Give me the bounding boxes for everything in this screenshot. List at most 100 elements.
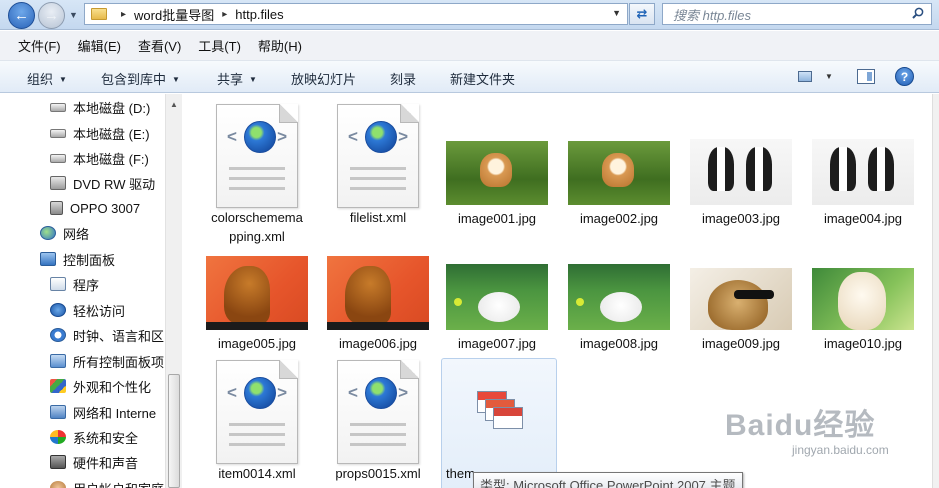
file-name: image004.jpg bbox=[823, 211, 903, 226]
sidebar-item-label: 系统和安全 bbox=[73, 430, 139, 446]
powerpoint-theme-icon bbox=[477, 391, 523, 431]
image-thumbnail bbox=[568, 141, 670, 205]
file-name: image006.jpg bbox=[338, 336, 418, 351]
help-icon[interactable]: ? bbox=[895, 67, 914, 86]
file-type-tooltip: 类型: Microsoft Office PowerPoint 2007 主题 bbox=[473, 472, 743, 488]
sidebar-item-network[interactable]: 网络 bbox=[40, 223, 89, 243]
sidebar-item-drive-f[interactable]: 本地磁盘 (F:) bbox=[50, 148, 149, 168]
watermark-brand: Baidu经验 bbox=[725, 409, 876, 442]
image-thumbnail bbox=[690, 139, 792, 205]
sidebar-item-drive-d[interactable]: 本地磁盘 (D:) bbox=[50, 97, 150, 117]
menu-bar: 文件(F) 编辑(E) 查看(V) 工具(T) 帮助(H) bbox=[0, 31, 939, 61]
back-button[interactable]: ← bbox=[8, 2, 35, 29]
breadcrumb-http-files[interactable]: http.files bbox=[235, 7, 283, 22]
file-item[interactable]: image002.jpg bbox=[564, 141, 674, 228]
file-item[interactable]: < > filelist.xml bbox=[323, 104, 433, 227]
file-item[interactable]: image004.jpg bbox=[808, 139, 918, 228]
file-item[interactable]: < > props0015.xml bbox=[323, 360, 433, 483]
sidebar-item-label: 轻松访问 bbox=[73, 303, 126, 319]
organize-button[interactable]: 组织 ▼ bbox=[27, 69, 67, 88]
file-name: image010.jpg bbox=[823, 336, 903, 351]
slideshow-button[interactable]: 放映幻灯片 bbox=[291, 69, 356, 88]
menu-tools[interactable]: 工具(T) bbox=[198, 36, 241, 55]
drive-icon bbox=[50, 102, 66, 112]
include-library-button[interactable]: 包含到库中 ▼ bbox=[101, 69, 180, 88]
sidebar-item-control-panel[interactable]: 控制面板 bbox=[40, 249, 115, 269]
menu-view[interactable]: 查看(V) bbox=[138, 36, 181, 55]
breadcrumb-separator-icon[interactable]: ▸ bbox=[121, 9, 126, 20]
view-options-icon[interactable] bbox=[798, 71, 812, 82]
phone-icon bbox=[50, 201, 63, 215]
file-item[interactable]: image001.jpg bbox=[442, 141, 552, 228]
image-thumbnail bbox=[446, 264, 548, 330]
file-item[interactable]: image007.jpg bbox=[442, 264, 552, 353]
file-item[interactable]: image005.jpg bbox=[202, 256, 312, 353]
breadcrumb-word-folder[interactable]: word批量导图 bbox=[134, 5, 214, 24]
menu-edit[interactable]: 编辑(E) bbox=[78, 36, 121, 55]
menu-help[interactable]: 帮助(H) bbox=[258, 36, 302, 55]
sidebar-item-network-internet[interactable]: 网络和 Interne bbox=[50, 402, 156, 422]
refresh-button[interactable]: ⇄ bbox=[629, 3, 655, 25]
sidebar-item-label: 程序 bbox=[73, 277, 100, 293]
chevron-down-icon: ▼ bbox=[59, 75, 67, 84]
image-thumbnail bbox=[206, 256, 308, 330]
search-input[interactable]: 搜索 http.files bbox=[662, 3, 932, 25]
file-name: image009.jpg bbox=[701, 336, 781, 351]
scroll-up-icon[interactable]: ▲ bbox=[170, 100, 178, 109]
chevron-down-icon[interactable]: ▼ bbox=[612, 8, 621, 18]
sidebar-item-drive-e[interactable]: 本地磁盘 (E:) bbox=[50, 123, 150, 143]
file-item[interactable]: image006.jpg bbox=[323, 256, 433, 353]
file-list-scrollbar[interactable] bbox=[932, 94, 939, 488]
preview-pane-icon[interactable] bbox=[857, 69, 875, 84]
xml-file-icon: < > bbox=[337, 360, 419, 464]
chevron-down-icon[interactable]: ▼ bbox=[825, 72, 833, 81]
sidebar-item-oppo[interactable]: OPPO 3007 bbox=[50, 198, 140, 218]
file-item[interactable]: < > item0014.xml bbox=[202, 360, 312, 483]
network-icon bbox=[40, 226, 56, 240]
sidebar-item-all-items[interactable]: 所有控制面板项 bbox=[50, 351, 164, 371]
recent-pages-dropdown[interactable]: ▼ bbox=[69, 10, 78, 20]
sidebar-item-label: 本地磁盘 (F:) bbox=[73, 151, 149, 167]
image-thumbnail bbox=[327, 256, 429, 330]
file-name: image003.jpg bbox=[701, 211, 781, 226]
sidebar-item-appearance[interactable]: 外观和个性化 bbox=[50, 376, 151, 396]
file-item[interactable]: image009.jpg bbox=[686, 268, 796, 353]
sidebar-item-label: 所有控制面板项 bbox=[73, 354, 165, 370]
drive-icon bbox=[50, 128, 66, 138]
scrollbar-thumb[interactable] bbox=[168, 374, 180, 488]
watermark-url: jingyan.baidu.com bbox=[792, 443, 889, 457]
include-library-label: 包含到库中 bbox=[101, 72, 167, 87]
sidebar-scrollbar[interactable]: ▲ bbox=[165, 94, 182, 488]
menu-file[interactable]: 文件(F) bbox=[18, 36, 61, 55]
user-accounts-icon bbox=[50, 481, 66, 488]
breadcrumb-separator-icon[interactable]: ▸ bbox=[222, 9, 227, 20]
file-item[interactable]: image010.jpg bbox=[808, 268, 918, 353]
sidebar-item-user-accounts[interactable]: 用户帐户和家庭 bbox=[50, 478, 164, 488]
hardware-icon bbox=[50, 455, 66, 469]
share-label: 共享 bbox=[217, 72, 244, 87]
sidebar-item-label: 外观和个性化 bbox=[73, 379, 152, 395]
image-thumbnail bbox=[812, 139, 914, 205]
sidebar-item-ease-of-access[interactable]: 轻松访问 bbox=[50, 300, 125, 320]
navigation-pane: 本地磁盘 (D:) 本地磁盘 (E:) 本地磁盘 (F:) DVD RW 驱动 … bbox=[0, 94, 165, 488]
file-name: filelist.xml bbox=[349, 210, 407, 225]
forward-button[interactable]: → bbox=[38, 2, 65, 29]
file-item[interactable]: image003.jpg bbox=[686, 139, 796, 228]
new-folder-button[interactable]: 新建文件夹 bbox=[450, 69, 515, 88]
sidebar-item-label: 本地磁盘 (D:) bbox=[73, 100, 151, 116]
search-icon[interactable] bbox=[912, 7, 924, 19]
sidebar-item-system-security[interactable]: 系统和安全 bbox=[50, 427, 138, 447]
share-button[interactable]: 共享 ▼ bbox=[217, 69, 257, 88]
breadcrumb[interactable]: ▸ word批量导图 ▸ http.files ▼ bbox=[84, 3, 628, 25]
sidebar-item-dvd[interactable]: DVD RW 驱动 bbox=[50, 173, 155, 193]
sidebar-item-clock-language[interactable]: 时钟、语言和区 bbox=[50, 325, 164, 345]
file-name: item0014.xml bbox=[218, 466, 296, 481]
file-item[interactable]: < > colorschemema pping.xml bbox=[202, 104, 312, 246]
file-item[interactable]: image008.jpg bbox=[564, 264, 674, 353]
sidebar-item-label: 网络和 Interne bbox=[73, 405, 157, 421]
sidebar-item-programs[interactable]: 程序 bbox=[50, 274, 99, 294]
sidebar-item-hardware-sound[interactable]: 硬件和声音 bbox=[50, 452, 138, 472]
burn-button[interactable]: 刻录 bbox=[390, 69, 416, 88]
file-name: image005.jpg bbox=[217, 336, 297, 351]
sidebar-item-label: 时钟、语言和区 bbox=[73, 328, 165, 344]
